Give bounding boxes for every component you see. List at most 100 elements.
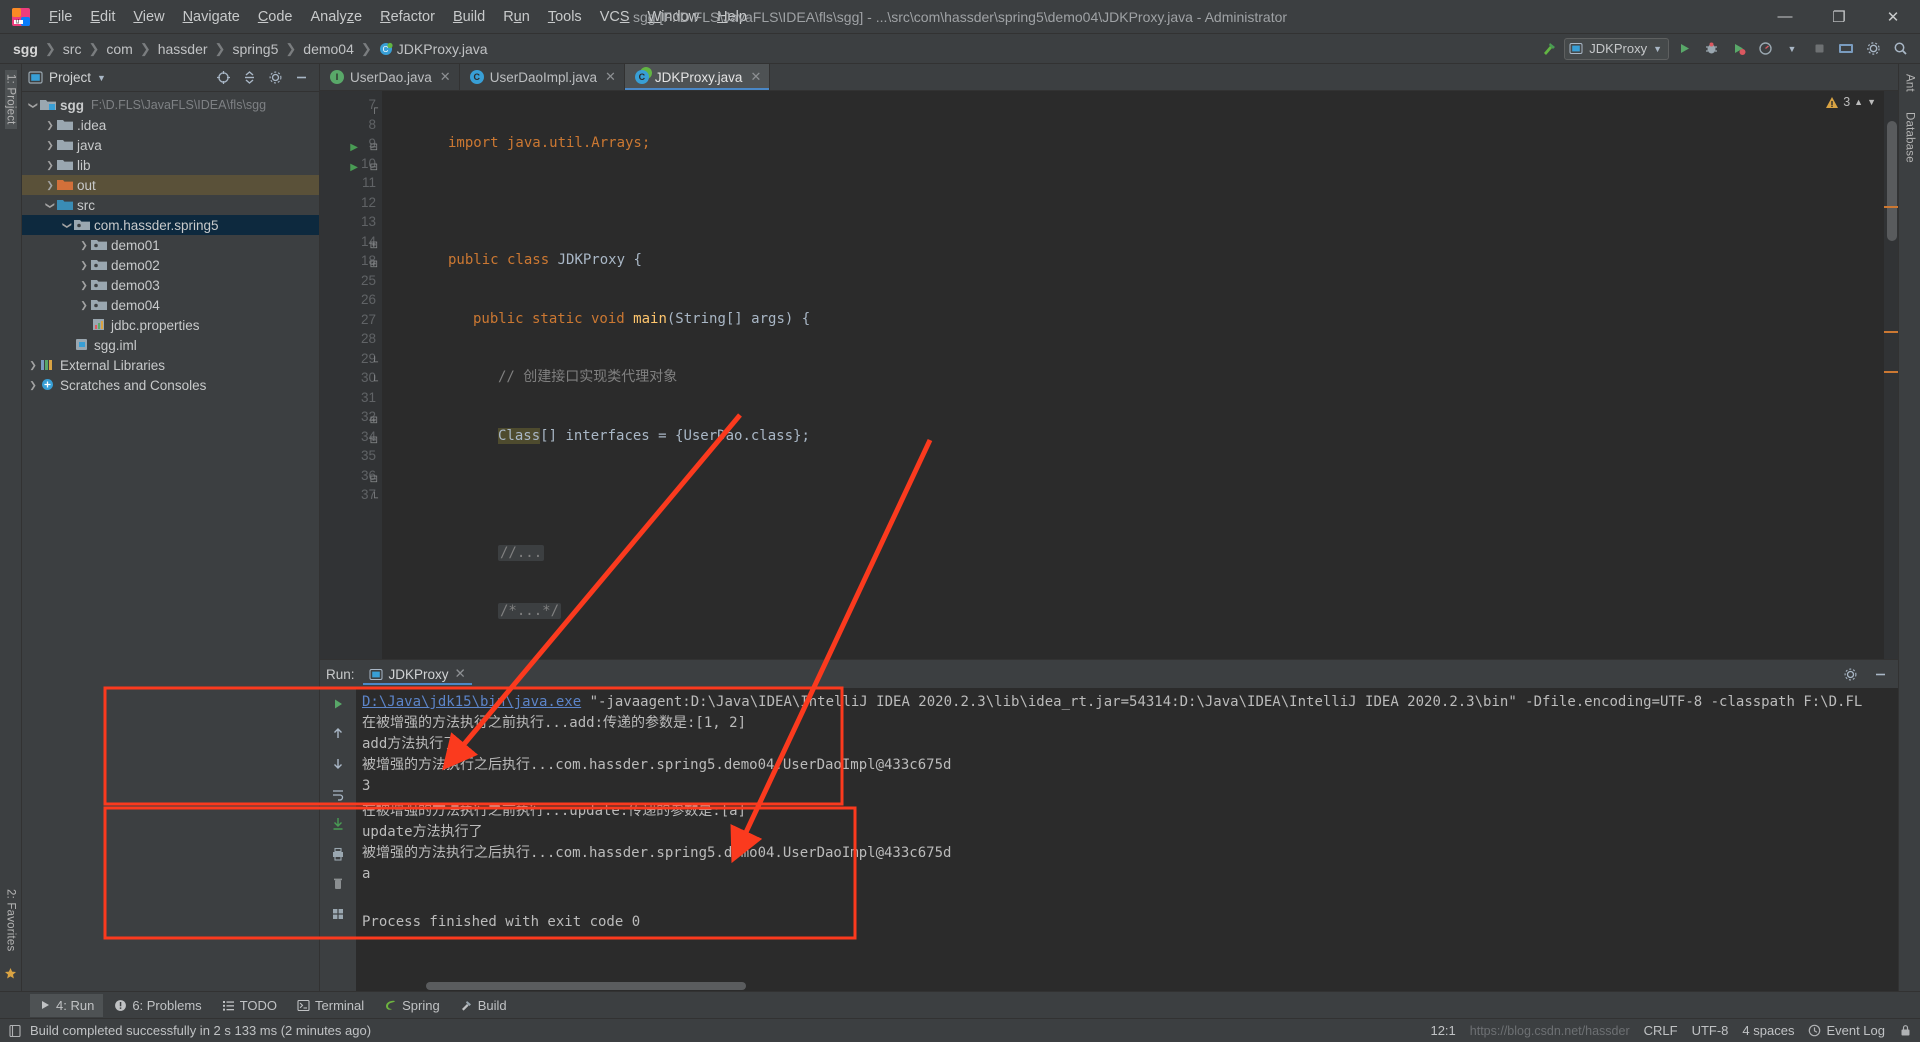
gutter-line-9[interactable]: 9 ▶ ⊟: [320, 134, 382, 154]
close-icon[interactable]: ✕: [748, 69, 761, 85]
gutter-line-13[interactable]: 13: [320, 212, 382, 232]
run-button[interactable]: [1672, 37, 1696, 61]
menu-refactor[interactable]: Refactor: [371, 5, 444, 29]
breadcrumb-demo04[interactable]: demo04: [300, 40, 357, 58]
gutter-line-30[interactable]: 30 └: [320, 368, 382, 388]
menu-tools[interactable]: Tools: [539, 5, 591, 29]
tool-window-database[interactable]: Database: [1904, 108, 1916, 167]
build-status-icon[interactable]: [8, 1024, 22, 1038]
tree-item-sgg[interactable]: ❯ sgg F:\D.FLS\JavaFLS\IDEA\fls\sgg: [22, 95, 319, 115]
chevron-right-icon[interactable]: ❯: [43, 180, 57, 191]
gutter-line-28[interactable]: 28: [320, 329, 382, 349]
update-project-icon[interactable]: [1834, 37, 1858, 61]
scroll-down-icon[interactable]: [325, 752, 351, 776]
gutter-line-11[interactable]: 11: [320, 173, 382, 193]
gutter-line-34[interactable]: 34 ⊟: [320, 427, 382, 447]
gutter-line-29[interactable]: 29 └: [320, 349, 382, 369]
settings-gear-icon[interactable]: [1861, 37, 1885, 61]
menu-code[interactable]: Code: [249, 5, 302, 29]
scroll-up-icon[interactable]: [325, 722, 351, 746]
tree-item-external-libraries[interactable]: ❯ External Libraries: [22, 355, 319, 375]
gutter-line-32[interactable]: 32 ⊞: [320, 407, 382, 427]
gutter-fold-close-icon[interactable]: └: [371, 489, 378, 509]
chevron-down-icon[interactable]: ▼: [97, 73, 106, 83]
tab-userdao[interactable]: I UserDao.java ✕: [320, 64, 460, 90]
debug-button[interactable]: [1699, 37, 1723, 61]
hide-run-panel-icon[interactable]: [1868, 662, 1892, 686]
error-stripe-mark[interactable]: [1884, 371, 1898, 373]
grid-icon[interactable]: [325, 902, 351, 926]
tab-userdaoimpl[interactable]: C UserDaoImpl.java ✕: [460, 64, 625, 90]
bottom-tab-terminal[interactable]: Terminal: [288, 994, 373, 1017]
console-java-exe-link[interactable]: D:\Java\jdk15\bin\java.exe: [362, 694, 581, 710]
close-icon[interactable]: ✕: [603, 69, 616, 85]
gutter-line-31[interactable]: 31: [320, 388, 382, 408]
scroll-from-source-icon[interactable]: [211, 66, 235, 90]
run-configuration-selector[interactable]: JDKProxy ▼: [1564, 37, 1669, 60]
tree-item-demo04[interactable]: ❯ demo04: [22, 295, 319, 315]
chevron-down-icon[interactable]: ❯: [62, 218, 73, 232]
soft-wrap-icon[interactable]: [325, 782, 351, 806]
status-line-separator[interactable]: CRLF: [1644, 1023, 1678, 1038]
breadcrumb-src[interactable]: src: [60, 40, 85, 58]
chevron-right-icon[interactable]: ❯: [26, 360, 40, 371]
chevron-right-icon[interactable]: ❯: [77, 260, 91, 271]
menu-edit[interactable]: Edit: [81, 5, 124, 29]
build-hammer-icon[interactable]: [1537, 37, 1561, 61]
chevron-right-icon[interactable]: ❯: [77, 240, 91, 251]
status-caret-position[interactable]: 12:1: [1430, 1023, 1455, 1038]
menu-analyze[interactable]: Analyze: [302, 5, 372, 29]
chevron-right-icon[interactable]: ❯: [43, 120, 57, 131]
menu-navigate[interactable]: Navigate: [174, 5, 249, 29]
tree-item-com-hassder-spring5[interactable]: ❯ com.hassder.spring5: [22, 215, 319, 235]
run-tab-jdkproxy[interactable]: JDKProxy ✕: [363, 663, 472, 685]
tree-item-demo02[interactable]: ❯ demo02: [22, 255, 319, 275]
chevron-right-icon[interactable]: ❯: [77, 280, 91, 291]
chevron-right-icon[interactable]: ❯: [43, 160, 57, 171]
gutter-line-25[interactable]: 25: [320, 271, 382, 291]
maximize-button[interactable]: ❐: [1812, 0, 1866, 33]
chevron-up-icon[interactable]: ▲: [1854, 97, 1863, 107]
menu-vcs[interactable]: VCS: [591, 5, 639, 29]
minimize-button[interactable]: —: [1758, 0, 1812, 33]
tree-item-demo03[interactable]: ❯ demo03: [22, 275, 319, 295]
breadcrumb-hassder[interactable]: hassder: [155, 40, 211, 58]
bottom-tab-todo[interactable]: TODO: [213, 994, 286, 1017]
menu-view[interactable]: View: [124, 5, 173, 29]
chevron-down-icon[interactable]: ❯: [28, 98, 39, 112]
chevron-down-icon[interactable]: ▼: [1780, 37, 1804, 61]
scroll-to-end-icon[interactable]: [325, 812, 351, 836]
lock-icon[interactable]: [1899, 1024, 1912, 1037]
gutter-line-10[interactable]: 10 ▶ ⊟: [320, 154, 382, 174]
tool-window-favorites[interactable]: 2: Favorites: [5, 885, 17, 955]
stop-button[interactable]: [1807, 37, 1831, 61]
tree-item-out[interactable]: ❯ out: [22, 175, 319, 195]
run-coverage-button[interactable]: [1726, 37, 1750, 61]
tree-item-src[interactable]: ❯ src: [22, 195, 319, 215]
hide-panel-icon[interactable]: [289, 66, 313, 90]
search-everywhere-icon[interactable]: [1888, 37, 1912, 61]
gutter-line-37[interactable]: 37 └: [320, 485, 382, 505]
menu-file[interactable]: File: [40, 5, 81, 29]
gutter-line-36[interactable]: 36 ⊟: [320, 466, 382, 486]
menu-help[interactable]: Help: [708, 5, 756, 29]
rerun-button[interactable]: [325, 692, 351, 716]
chevron-right-icon[interactable]: ❯: [26, 380, 40, 391]
profile-button[interactable]: [1753, 37, 1777, 61]
menu-window[interactable]: Window: [639, 5, 709, 29]
gutter-line-27[interactable]: 27: [320, 310, 382, 330]
tree-item-scratches-and-consoles[interactable]: ❯ Scratches and Consoles: [22, 375, 319, 395]
close-button[interactable]: ✕: [1866, 0, 1920, 33]
gutter-line-12[interactable]: 12: [320, 193, 382, 213]
scrollbar-thumb[interactable]: [1887, 121, 1897, 241]
project-settings-icon[interactable]: [263, 66, 287, 90]
console-hscrollbar[interactable]: [356, 981, 1898, 991]
gutter-line-14[interactable]: 14 ⊞: [320, 232, 382, 252]
tree-item-demo01[interactable]: ❯ demo01: [22, 235, 319, 255]
status-encoding[interactable]: UTF-8: [1692, 1023, 1729, 1038]
error-stripe-mark[interactable]: [1884, 206, 1898, 208]
chevron-right-icon[interactable]: ❯: [77, 300, 91, 311]
tree-item--idea[interactable]: ❯ .idea: [22, 115, 319, 135]
bottom-tab-problems[interactable]: 6: Problems: [105, 994, 210, 1017]
chevron-down-icon[interactable]: ▼: [1867, 97, 1876, 107]
